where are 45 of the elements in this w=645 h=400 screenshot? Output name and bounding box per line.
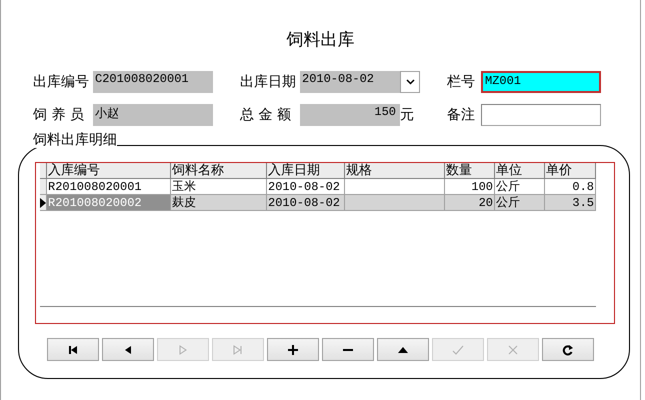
column-header[interactable]: 饲料名称 bbox=[171, 163, 267, 179]
field-label: 饲 养 员 bbox=[33, 106, 85, 124]
input-field[interactable] bbox=[481, 104, 601, 126]
input-field[interactable]: 小赵 bbox=[93, 104, 213, 126]
input-field[interactable]: MZ001 bbox=[481, 71, 601, 93]
field-label: 栏号 bbox=[447, 73, 476, 91]
table-cell: 3.5 bbox=[545, 195, 596, 211]
cross-icon bbox=[507, 344, 519, 356]
table-cell: 2010-08-02 bbox=[267, 195, 345, 211]
refresh-icon bbox=[562, 344, 574, 356]
column-header[interactable]: 入库日期 bbox=[267, 163, 345, 179]
first-record-icon bbox=[67, 344, 79, 356]
column-header[interactable]: 入库编号 bbox=[47, 163, 171, 179]
form-title: 饲料出库 bbox=[286, 29, 354, 52]
field-label: 出库编号 bbox=[33, 73, 90, 91]
table-cell: 公斤 bbox=[495, 195, 545, 211]
field-label: 备注 bbox=[447, 106, 476, 124]
next-icon bbox=[177, 344, 189, 356]
dropdown-button[interactable] bbox=[400, 71, 420, 93]
previous-button[interactable] bbox=[102, 338, 154, 361]
column-header[interactable]: 单位 bbox=[495, 163, 545, 179]
input-field[interactable]: 150 bbox=[300, 104, 400, 126]
column-header[interactable]: 单价 bbox=[545, 163, 596, 179]
corner-header bbox=[40, 163, 47, 179]
row-indicator[interactable] bbox=[40, 195, 47, 211]
unit-label: 元 bbox=[400, 106, 415, 124]
check-icon bbox=[452, 344, 464, 356]
column-header[interactable]: 数量 bbox=[445, 163, 495, 179]
input-field[interactable]: C201008020001 bbox=[93, 71, 213, 93]
table-cell: 麸皮 bbox=[171, 195, 267, 211]
first-button[interactable] bbox=[47, 338, 99, 361]
last-record-icon bbox=[232, 344, 244, 356]
add-button[interactable] bbox=[267, 338, 319, 361]
table-cell: R201008020002 bbox=[47, 195, 171, 211]
field-label: 总 金 额 bbox=[240, 106, 292, 124]
table-cell: 20 bbox=[445, 195, 495, 211]
field-label: 出库日期 bbox=[240, 73, 297, 91]
date-field[interactable]: 2010-08-02 bbox=[300, 71, 400, 93]
refresh-button[interactable] bbox=[542, 338, 594, 361]
edit-button[interactable] bbox=[377, 338, 429, 361]
plus-icon bbox=[287, 344, 299, 356]
section-title: 饲料出库明细 bbox=[33, 132, 117, 148]
column-header[interactable]: 规格 bbox=[345, 163, 445, 179]
chevron-down-icon bbox=[406, 79, 414, 85]
row-pointer-icon bbox=[40, 198, 46, 208]
